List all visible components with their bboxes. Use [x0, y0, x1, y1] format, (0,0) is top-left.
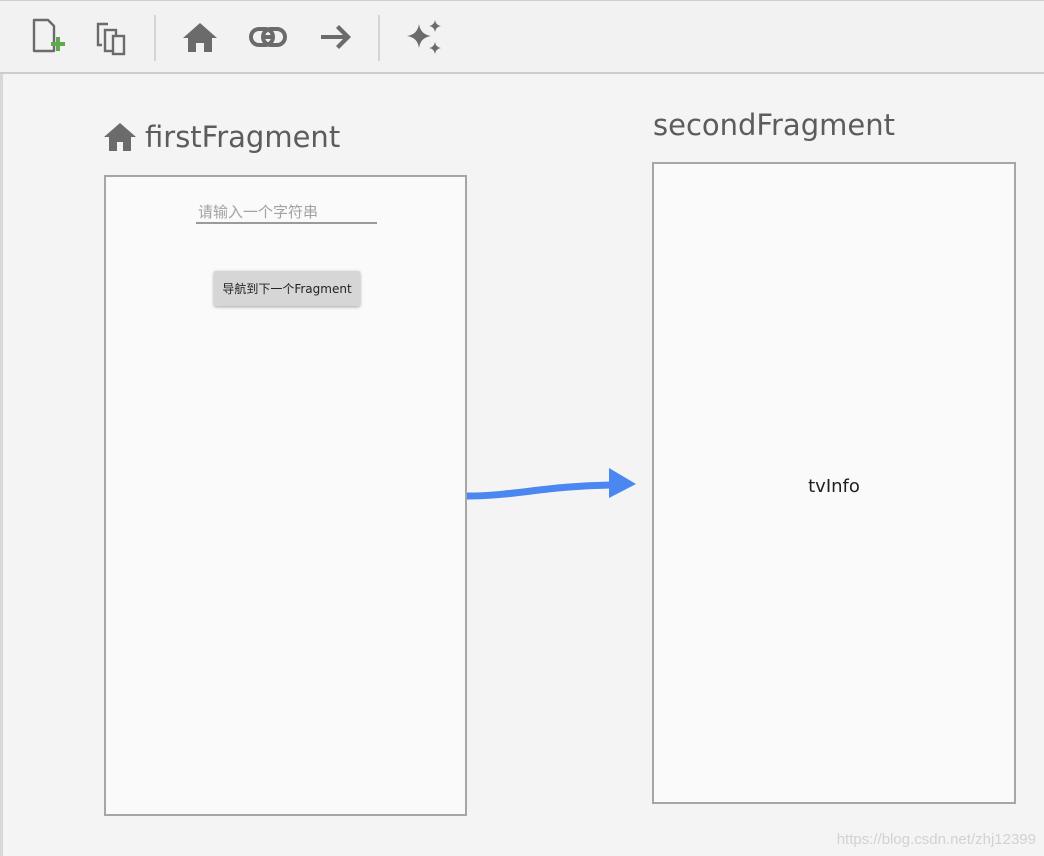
nav-editor-toolbar	[0, 0, 1044, 74]
add-action-button[interactable]	[314, 17, 358, 61]
tv-info-text: tvInfo	[808, 476, 860, 497]
link-icon	[248, 17, 288, 61]
assign-start-destination-button[interactable]	[178, 17, 222, 61]
input-underline	[196, 222, 377, 224]
navigation-graph-canvas[interactable]: firstFragment 请输入一个字符串 导航到下一个Fragment se…	[0, 74, 1044, 856]
new-destination-icon	[30, 17, 66, 61]
navigation-action-arrow[interactable]	[465, 458, 645, 518]
start-destination-icon	[103, 122, 137, 152]
first-fragment-destination[interactable]: 请输入一个字符串 导航到下一个Fragment	[104, 175, 467, 816]
second-fragment-title: secondFragment	[653, 108, 895, 142]
navigate-next-button[interactable]: 导航到下一个Fragment	[214, 271, 360, 306]
second-fragment-destination[interactable]: tvInfo	[652, 162, 1016, 804]
home-icon	[180, 17, 220, 61]
new-destination-button[interactable]	[26, 17, 70, 61]
string-input-hint[interactable]: 请输入一个字符串	[198, 201, 318, 222]
deeplink-button[interactable]	[246, 17, 290, 61]
arrow-right-icon	[316, 17, 356, 61]
nested-graph-icon	[92, 17, 132, 61]
toolbar-divider	[378, 15, 380, 61]
toolbar-divider	[154, 15, 156, 61]
auto-arrange-button[interactable]	[402, 17, 446, 61]
nested-graph-button[interactable]	[90, 17, 134, 61]
first-fragment-title: firstFragment	[145, 120, 341, 154]
sparkle-icon	[403, 16, 445, 62]
watermark: https://blog.csdn.net/zhj12399	[836, 831, 1036, 848]
